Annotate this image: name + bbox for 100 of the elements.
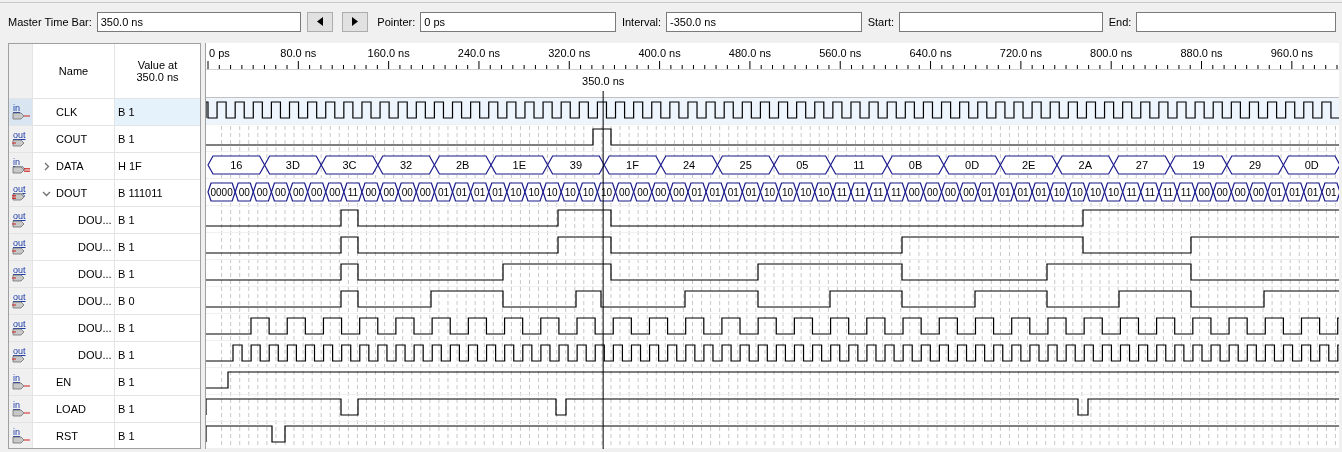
bus-segment: 1F (603, 155, 662, 175)
field-label: Start: (867, 15, 894, 28)
cursor-time-label: 350.0 ns (582, 75, 625, 87)
bus-segment: 00 (614, 182, 635, 202)
bus-segment: 00 (651, 182, 671, 202)
bus-segment: 0D (943, 155, 1002, 175)
field-label: Interval: (621, 15, 662, 28)
time-label: 640.0 ns (909, 47, 952, 59)
bus-segment: 3C (320, 155, 379, 175)
signal-row[interactable]: out DOU... B 1 (9, 315, 200, 342)
time-field[interactable]: 350.0 ns (96, 11, 302, 32)
bus-segment: 00 (922, 182, 943, 202)
time-label: 400.0 ns (638, 47, 681, 59)
signal-name: CLK (56, 106, 78, 118)
bus-segment: 3D (263, 155, 322, 175)
field-label: Master Time Bar: (8, 15, 92, 28)
field-label: Pointer: (377, 15, 416, 28)
bus-segment: 01 (1303, 182, 1323, 202)
bus-segment: 11 (850, 182, 870, 202)
bus-segment: 00 (270, 182, 291, 202)
signal-value: B 1 (118, 403, 135, 415)
bus-segment: 05 (773, 155, 832, 175)
bus-segment: 11 (343, 182, 363, 202)
ruler-tick (839, 60, 841, 70)
signal-value: B 1 (118, 349, 135, 361)
signal-row[interactable]: in RST B 1 (9, 423, 200, 448)
bus-segment: 10 (1103, 182, 1124, 202)
ruler-tick (749, 60, 751, 70)
time-label: 560.0 ns (819, 47, 862, 59)
time-cursor[interactable] (602, 90, 604, 449)
bus-segment: 10 (777, 182, 798, 202)
time-label: 0 ps (209, 47, 230, 59)
ruler-tick (1291, 60, 1293, 70)
bus-segment: 01 (451, 182, 472, 202)
signal-row[interactable]: in DATA H 1F (9, 153, 200, 180)
signal-name: DOU... (78, 241, 112, 253)
bus-segment: 2A (1056, 155, 1115, 175)
bus-segment: 00 (325, 182, 345, 202)
bus-segment: 00 (669, 182, 689, 202)
time-field[interactable] (1136, 11, 1336, 32)
bus-segment: 01 (723, 182, 743, 202)
bus-segment: 01 (470, 182, 490, 202)
time-field[interactable]: 0 ps (420, 11, 616, 32)
signal-row[interactable]: in EN B 1 (9, 369, 200, 396)
column-header[interactable]: Value at 350.0 ns (131, 59, 184, 83)
bus-segment: 01 (488, 182, 508, 202)
time-label: 320.0 ns (548, 47, 591, 59)
ruler-tick (1201, 60, 1202, 70)
time-label: 240.0 ns (457, 47, 501, 59)
ruler-tick (930, 60, 932, 70)
signal-row[interactable]: out DOU... B 1 (9, 234, 200, 261)
bus-segment: 10 (524, 182, 544, 202)
bus-segment: 01 (1266, 182, 1287, 202)
column-header[interactable]: Name (58, 65, 89, 77)
time-label: 480.0 ns (728, 47, 771, 59)
bus-segment: 27 (1112, 155, 1171, 175)
signal-row[interactable]: out DOUT B 111011 (9, 180, 200, 207)
time-label: 880.0 ns (1180, 47, 1223, 59)
signal-name: DOUT (56, 187, 88, 199)
signal-row[interactable]: in LOAD B 1 (9, 396, 200, 423)
signal-row[interactable]: out DOU... B 1 (9, 342, 200, 369)
bus-segment: 0B (886, 155, 945, 175)
bus-segment: 01 (995, 182, 1015, 202)
signal-row[interactable]: out COUT B 1 (9, 126, 200, 153)
bus-segment: 00 (1212, 182, 1232, 202)
bus-segment: 0D (1282, 155, 1339, 175)
time-label: 720.0 ns (999, 47, 1042, 59)
signal-name: DOU... (78, 214, 112, 226)
time-field[interactable] (899, 11, 1103, 32)
ruler-tick (1020, 60, 1022, 70)
signal-name: COUT (56, 133, 88, 145)
signal-value: B 1 (118, 133, 135, 145)
signal-value: B 1 (118, 322, 135, 334)
bus-segment: 32 (377, 155, 436, 175)
signal-value: H 1F (118, 160, 142, 172)
bus-segment: 01 (433, 182, 454, 202)
bus-segment: 00 (288, 182, 309, 202)
signal-row[interactable]: out DOU... B 1 (9, 261, 200, 288)
signal-row[interactable]: out DOU... B 0 (9, 288, 200, 315)
bus-segment: 10 (759, 182, 780, 202)
time-label: 160.0 ns (367, 47, 410, 59)
ruler-tick (659, 60, 661, 70)
bus-segment: 01 (977, 182, 997, 202)
signal-name: DATA (56, 160, 84, 172)
bus-segment: 00 (415, 182, 436, 202)
bus-segment: 24 (660, 155, 719, 175)
signal-row[interactable]: out DOU... B 1 (9, 207, 200, 234)
next-button[interactable] (342, 11, 369, 32)
previous-button[interactable] (307, 11, 334, 32)
signal-row[interactable]: in CLK B 1 (9, 99, 200, 126)
bus-segment: 00 (252, 182, 273, 202)
bus-segment: 01 (1013, 182, 1033, 202)
bus-segment: 00 (940, 182, 961, 202)
triangle-icon (317, 17, 324, 26)
time-label: 960.0 ns (1270, 47, 1313, 59)
ruler-tick (207, 60, 209, 70)
time-field[interactable]: -350.0 ns (666, 11, 862, 32)
bus-segment: 11 (832, 182, 852, 202)
signal-value: B 1 (118, 214, 135, 226)
signal-value: B 1 (118, 268, 135, 280)
